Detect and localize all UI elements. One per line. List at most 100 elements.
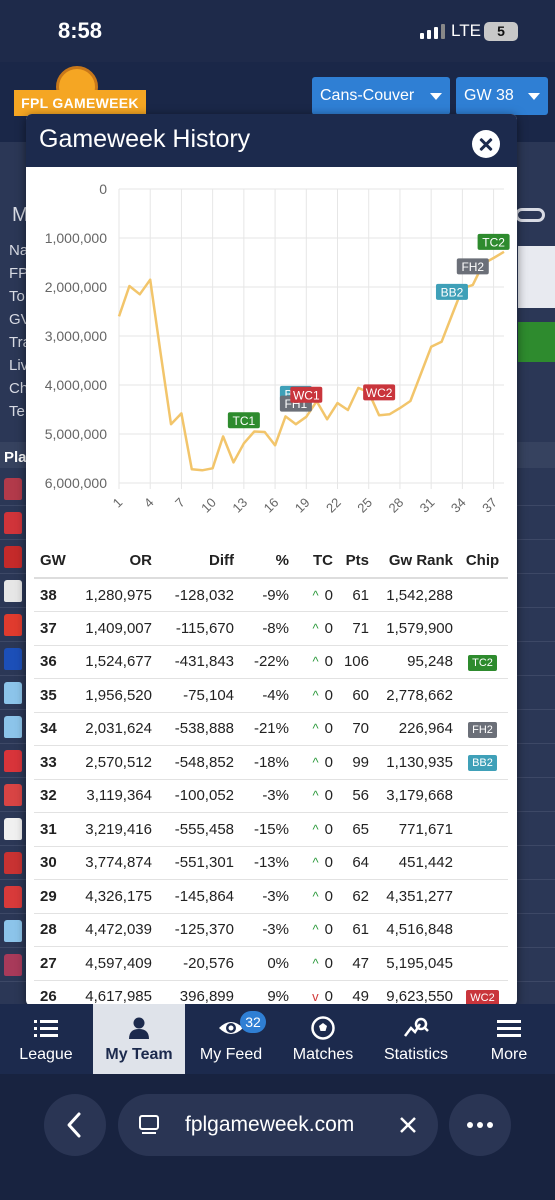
cell-pts: 70 — [337, 712, 373, 746]
tc-value: 0 — [324, 586, 333, 604]
gameweek-select[interactable]: GW 38 — [456, 77, 548, 115]
rank-up-arrow-icon: ^ — [312, 955, 319, 971]
rank-up-arrow-icon: ^ — [312, 587, 319, 603]
chip-annotation-label: WC2 — [366, 386, 393, 400]
nav-my-feed-label: My Feed — [199, 1046, 263, 1063]
nav-my-team-label: My Team — [105, 1046, 173, 1063]
cell-chip — [457, 846, 508, 880]
table-row: 36 1,524,677 -431,843 -22% ^ 0 106 95,248 TC2 — [34, 645, 508, 679]
cell-diff: -20,576 — [156, 946, 238, 981]
cell-gw-rank: 1,130,935 — [373, 745, 457, 780]
x-tick-label: 31 — [417, 495, 438, 516]
table-row: 35 1,956,520 -75,104 -4% ^ 0 60 2,778,662 — [34, 678, 508, 713]
cell-pct: -18% — [238, 745, 293, 780]
cell-tc: ^ 0 — [293, 745, 337, 780]
cell-gw-rank: 226,964 — [373, 712, 457, 746]
cell-gw-rank: 95,248 — [373, 645, 457, 679]
nav-my-team[interactable]: My Team — [93, 1004, 185, 1074]
app-logo[interactable]: FPL GAMEWEEK — [14, 90, 146, 116]
chip-annotation: TC1 — [227, 412, 260, 429]
rank-up-arrow-icon: ^ — [312, 687, 319, 703]
table-row: 31 3,219,416 -555,458 -15% ^ 0 65 771,671 — [34, 812, 508, 847]
chip-annotation: FH2 — [456, 258, 489, 275]
y-tick-label: 0 — [99, 181, 107, 197]
status-bar: 8:58 LTE 5 — [0, 0, 555, 62]
more-options-button[interactable] — [449, 1094, 511, 1156]
rank-up-arrow-icon: ^ — [312, 922, 319, 938]
tc-value: 0 — [324, 653, 333, 671]
cell-gw-rank: 9,623,550 — [373, 980, 457, 1006]
chip-annotation: BB2 — [435, 283, 468, 300]
cell-pts: 61 — [337, 578, 373, 612]
rank-down-arrow-icon: v — [312, 989, 319, 1005]
cell-pct: -4% — [238, 678, 293, 713]
cell-pts: 61 — [337, 913, 373, 947]
y-tick-label: 2,000,000 — [45, 279, 107, 295]
back-button[interactable] — [44, 1094, 106, 1156]
nav-league-label: League — [19, 1046, 73, 1063]
nav-statistics[interactable]: Statistics — [369, 1004, 463, 1074]
cell-pts: 71 — [337, 611, 373, 646]
table-row: 33 2,570,512 -548,852 -18% ^ 0 99 1,130,935 BB2 — [34, 745, 508, 780]
table-header-row: GW OR Diff % TC Pts Gw Rank Chip — [34, 544, 508, 579]
col-header-chip[interactable]: Chip — [457, 544, 508, 579]
network-label: LTE — [451, 21, 481, 40]
nav-matches[interactable]: Matches — [277, 1004, 369, 1074]
tc-value: 0 — [324, 787, 333, 805]
tc-value: 0 — [324, 921, 333, 939]
col-header-or[interactable]: OR — [74, 544, 156, 579]
cell-tc: ^ 0 — [293, 712, 337, 746]
nav-more[interactable]: More — [463, 1004, 555, 1074]
col-header-tc[interactable]: TC — [293, 544, 337, 579]
cell-or: 2,570,512 — [74, 745, 156, 780]
nav-matches-label: Matches — [292, 1046, 354, 1063]
nav-my-feed[interactable]: 32 My Feed — [185, 1004, 277, 1074]
chevron-down-icon — [430, 93, 442, 100]
cell-gw-rank: 4,351,277 — [373, 879, 457, 914]
cell-gw-rank: 1,579,900 — [373, 611, 457, 646]
tc-value: 0 — [324, 820, 333, 838]
cell-chip: BB2 — [457, 745, 508, 780]
cell-gw: 28 — [34, 913, 74, 947]
cell-pct: -13% — [238, 846, 293, 880]
cell-tc: ^ 0 — [293, 812, 337, 847]
col-header-pct[interactable]: % — [238, 544, 293, 579]
cell-diff: -75,104 — [156, 678, 238, 713]
col-header-diff[interactable]: Diff — [156, 544, 238, 579]
url-text: fplgameweek.com — [185, 1113, 355, 1136]
cell-pts: 106 — [337, 645, 373, 679]
cell-pct: -8% — [238, 611, 293, 646]
col-header-gw-rank[interactable]: Gw Rank — [373, 544, 457, 579]
cell-gw-rank: 5,195,045 — [373, 946, 457, 981]
cell-or: 1,409,007 — [74, 611, 156, 646]
cell-pct: -22% — [238, 645, 293, 679]
cell-or: 3,774,874 — [74, 846, 156, 880]
cell-pct: -21% — [238, 712, 293, 746]
menu-icon — [497, 1020, 521, 1037]
url-bar[interactable]: fplgameweek.com — [118, 1094, 438, 1156]
league-select[interactable]: Cans-Couver — [312, 77, 450, 115]
chip-badge: TC2 — [468, 654, 497, 671]
table-row: 27 4,597,409 -20,576 0% ^ 0 47 5,195,045 — [34, 946, 508, 981]
cell-diff: -551,301 — [156, 846, 238, 880]
table-row: 38 1,280,975 -128,032 -9% ^ 0 61 1,542,288 — [34, 578, 508, 612]
rank-up-arrow-icon: ^ — [312, 620, 319, 636]
col-header-pts[interactable]: Pts — [337, 544, 373, 579]
close-icon[interactable] — [472, 130, 500, 158]
nav-league[interactable]: League — [0, 1004, 92, 1074]
x-tick-label: 1 — [110, 495, 126, 511]
cell-diff: -100,052 — [156, 779, 238, 813]
chip-badge: FH2 — [468, 721, 497, 738]
page-icon — [139, 1115, 159, 1134]
list-icon — [34, 1020, 58, 1037]
col-header-gw[interactable]: GW — [34, 544, 74, 579]
cell-chip: WC2 — [457, 980, 508, 1006]
clear-url-icon[interactable] — [399, 1116, 417, 1134]
table-body: 38 1,280,975 -128,032 -9% ^ 0 61 1,542,288 37 1,4… — [34, 578, 508, 1006]
cell-or: 4,597,409 — [74, 946, 156, 981]
chip-annotation-label: TC1 — [233, 414, 256, 428]
cell-gw: 34 — [34, 712, 74, 746]
cell-pts: 62 — [337, 879, 373, 914]
rank-up-arrow-icon: ^ — [312, 721, 319, 737]
cell-tc: ^ 0 — [293, 578, 337, 612]
